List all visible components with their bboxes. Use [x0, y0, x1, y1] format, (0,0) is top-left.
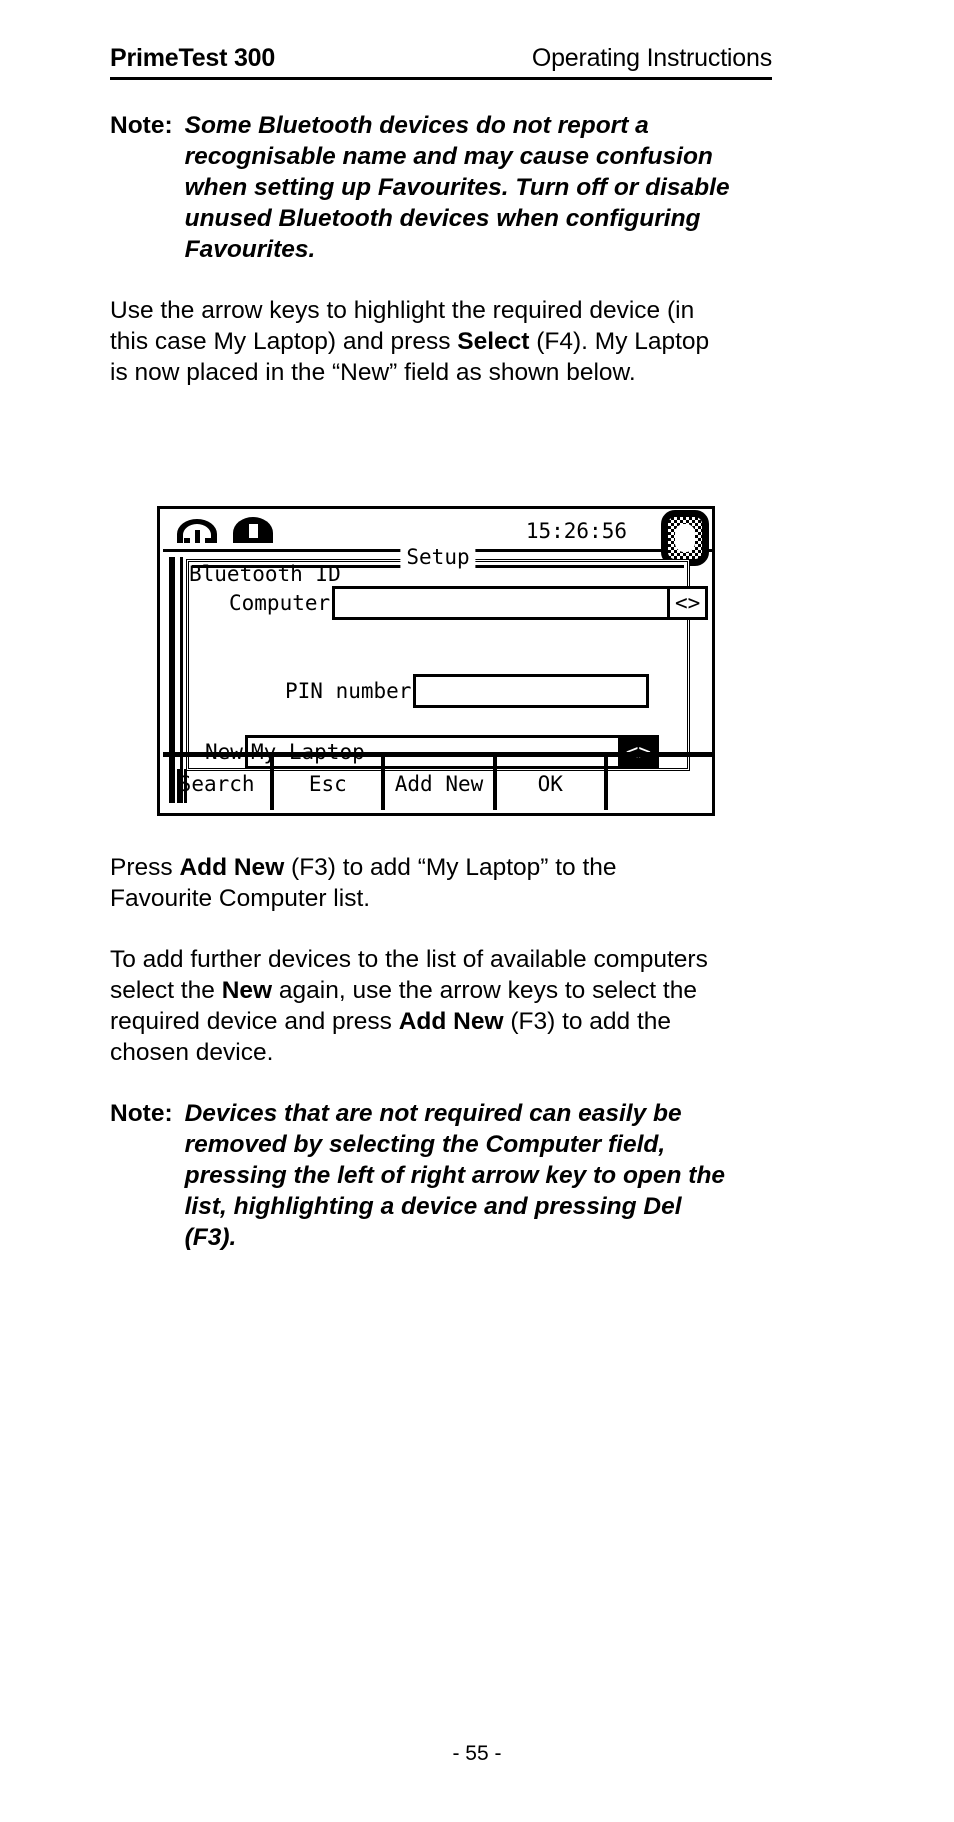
paragraph-1: Use the arrow keys to highlight the requ… — [110, 295, 772, 388]
para1-select-key: Select — [457, 328, 530, 355]
device-clock: 15:26:56 — [525, 519, 627, 543]
document-page: PrimeTest 300 Operating Instructions Not… — [0, 0, 954, 1822]
mains-socket-outline-icon — [177, 519, 217, 543]
device-screenshot-figure: 15:26:56 Setup Computer <> Bluetooth ID … — [157, 506, 717, 818]
para3-new-key: New — [221, 977, 273, 1004]
note1-line-2: recognisable name and may cause confusio… — [184, 143, 713, 170]
document-title: Operating Instructions — [531, 44, 772, 72]
para3-line-1: To add further devices to the list of av… — [110, 946, 708, 973]
para2-add-new-key: Add New — [179, 854, 285, 881]
note1-line-1: Some Bluetooth devices do not report a — [184, 112, 649, 139]
computer-spinner-icon[interactable]: <> — [667, 589, 705, 617]
note-label: Note: — [110, 112, 173, 139]
note2-line-3: pressing the left of right arrow key to … — [184, 1162, 726, 1189]
para3-line-2a: select the — [110, 977, 222, 1004]
computer-field-row: Computer <> — [229, 586, 709, 620]
softkey-f2-esc[interactable]: Esc — [274, 757, 386, 810]
mains-socket-filled-icon — [233, 517, 273, 543]
page-header: PrimeTest 300 Operating Instructions — [110, 44, 772, 80]
note-text: Some Bluetooth devices do not report a r… — [185, 110, 772, 265]
softkey-f1-search[interactable]: Search — [163, 757, 275, 810]
para2-line-1a: Press — [110, 854, 180, 881]
note-label: Note: — [110, 1100, 173, 1127]
setup-panel: Setup Computer <> Bluetooth ID PIN numbe… — [186, 545, 709, 771]
para3-line-4: chosen device. — [110, 1039, 274, 1066]
softkey-f3-add-new[interactable]: Add New — [385, 757, 497, 810]
note-text: Devices that are not required can easily… — [185, 1098, 772, 1253]
pin-input[interactable] — [413, 674, 650, 708]
note1-line-3: when setting up Favourites. Turn off or … — [184, 174, 730, 201]
para3-line-2b: again, use the arrow keys to select the — [272, 977, 697, 1004]
page-number: - 55 - — [452, 1742, 502, 1765]
device-screen: 15:26:56 Setup Computer <> Bluetooth ID … — [157, 506, 715, 816]
paragraph-2: Press Add New (F3) to add “My Laptop” to… — [110, 852, 772, 914]
page-footer: - 55 - — [0, 1742, 954, 1766]
softkey-f5-empty[interactable] — [608, 757, 715, 810]
note1-line-4: unused Bluetooth devices when configurin… — [184, 205, 701, 232]
pin-label: PIN number — [285, 679, 412, 703]
note-block-1: Note: Some Bluetooth devices do not repo… — [110, 110, 772, 265]
para1-line-1: Use the arrow keys to highlight the requ… — [110, 297, 695, 324]
softkey-f4-ok[interactable]: OK — [497, 757, 608, 810]
battery-level-fill — [675, 524, 695, 552]
paragraph-3: To add further devices to the list of av… — [110, 944, 772, 1068]
computer-label: Computer — [229, 591, 331, 615]
note1-line-5: Favourites. — [184, 236, 316, 263]
para3-add-new-key: Add New — [398, 1008, 504, 1035]
battery-icon — [661, 510, 709, 566]
para2-line-2: Favourite Computer list. — [110, 885, 371, 912]
para2-line-1b: (F3) to add “My Laptop” to the — [284, 854, 617, 881]
para1-line-3: is now placed in the “New” field as show… — [110, 359, 636, 386]
note2-line-5: (F3). — [184, 1224, 237, 1251]
note2-line-4: list, highlighting a device and pressing… — [184, 1193, 682, 1220]
computer-input[interactable]: <> — [332, 586, 709, 620]
product-title: PrimeTest 300 — [110, 44, 276, 72]
note-block-2: Note: Devices that are not required can … — [110, 1098, 772, 1253]
page-content: Note: Some Bluetooth devices do not repo… — [110, 110, 772, 388]
para1-line-2b: (F4). My Laptop — [529, 328, 710, 355]
setup-panel-title: Setup — [400, 545, 476, 569]
device-softkey-bar: Search Esc Add New OK — [163, 752, 715, 810]
para3-line-3a: required device and press — [110, 1008, 399, 1035]
page-content-lower: Press Add New (F3) to add “My Laptop” to… — [110, 852, 772, 1253]
pin-field-row: PIN number — [285, 674, 650, 708]
note2-line-2: removed by selecting the Computer field, — [184, 1131, 666, 1158]
para3-line-3b: (F3) to add the — [503, 1008, 672, 1035]
para1-line-2a: this case My Laptop) and press — [110, 328, 458, 355]
note2-line-1: Devices that are not required can easily… — [184, 1100, 682, 1127]
